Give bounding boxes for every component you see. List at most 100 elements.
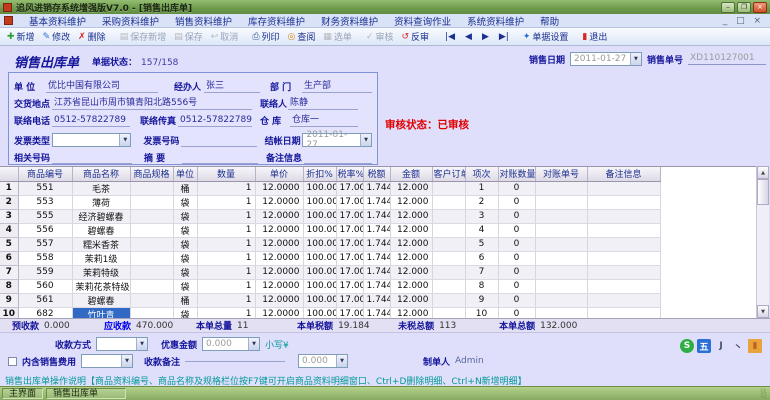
- sale-date-select[interactable]: 2011-01-27 ▼: [569, 52, 642, 66]
- product-code-cell[interactable]: 553: [18, 195, 73, 210]
- customer-order-cell[interactable]: [432, 251, 466, 266]
- line-remark-cell[interactable]: [587, 265, 661, 280]
- tax-cell[interactable]: 1.744: [363, 279, 391, 294]
- tax-cell[interactable]: 1.744: [363, 237, 391, 252]
- product-name-cell[interactable]: 薄荷: [72, 195, 131, 210]
- product-spec-cell[interactable]: [130, 279, 174, 294]
- maximize-button[interactable]: ❐: [737, 1, 751, 13]
- agent-field[interactable]: 张三: [204, 78, 260, 93]
- grid-header-cell[interactable]: 商品规格: [130, 167, 174, 182]
- table-row[interactable]: 3 555 经济碧螺春 袋 1 12.0000 100.00 17.00 1.7…: [0, 209, 661, 224]
- tax-cell[interactable]: 1.744: [363, 181, 391, 196]
- product-spec-cell[interactable]: [130, 209, 174, 224]
- amount-cell[interactable]: 12.000: [390, 279, 433, 294]
- recon-no-cell[interactable]: [535, 251, 588, 266]
- tax-cell[interactable]: 1.744: [363, 223, 391, 238]
- product-code-cell[interactable]: 559: [18, 265, 73, 280]
- amount-cell[interactable]: 12.000: [390, 223, 433, 238]
- recon-no-cell[interactable]: [535, 195, 588, 210]
- grid-header-cell[interactable]: 商品编号: [18, 167, 73, 182]
- toolbar-button[interactable]: ✓ 审核: [362, 28, 398, 45]
- seq-cell[interactable]: 6: [465, 251, 499, 266]
- recon-no-cell[interactable]: [535, 265, 588, 280]
- product-name-cell[interactable]: 经济碧螺春: [72, 209, 131, 224]
- row-number-cell[interactable]: 2: [0, 195, 19, 210]
- product-name-cell[interactable]: 茉莉1级: [72, 251, 131, 266]
- line-remark-cell[interactable]: [587, 237, 661, 252]
- chevron-down-icon[interactable]: ▼: [360, 134, 372, 146]
- qty-cell[interactable]: 1: [197, 279, 256, 294]
- unit-cell[interactable]: 袋: [173, 223, 198, 238]
- toolbar-button[interactable]: ↺ 反审: [398, 28, 434, 45]
- tax-rate-cell[interactable]: 17.00: [336, 195, 364, 210]
- seq-cell[interactable]: 10: [465, 307, 499, 318]
- toolbar-button[interactable]: ✚ 新增: [3, 28, 39, 45]
- tax-rate-cell[interactable]: 17.00: [336, 223, 364, 238]
- fax-field[interactable]: 0512-57822789: [178, 115, 252, 127]
- table-row[interactable]: 1 551 毛茶 桶 1 12.0000 100.00 17.00 1.744 …: [0, 181, 661, 196]
- toolbar-button[interactable]: ◀: [459, 30, 476, 44]
- seq-cell[interactable]: 3: [465, 209, 499, 224]
- row-number-cell[interactable]: 7: [0, 265, 19, 280]
- recon-qty-cell[interactable]: 0: [498, 307, 536, 318]
- discount-cell[interactable]: 100.00: [303, 251, 337, 266]
- scrollbar-thumb[interactable]: [757, 179, 769, 205]
- discount-cell[interactable]: 100.00: [303, 307, 337, 318]
- price-cell[interactable]: 12.0000: [255, 279, 304, 294]
- amount-cell[interactable]: 12.000: [390, 181, 433, 196]
- product-name-cell[interactable]: 碧螺春: [72, 293, 131, 308]
- recon-qty-cell[interactable]: 0: [498, 279, 536, 294]
- unit-cell[interactable]: 袋: [173, 307, 198, 318]
- grid-header-cell[interactable]: 折扣%: [303, 167, 337, 182]
- grid-header-cell[interactable]: 金额: [390, 167, 433, 182]
- recon-qty-cell[interactable]: 0: [498, 209, 536, 224]
- table-row[interactable]: 7 559 茉莉特级 袋 1 12.0000 100.00 17.00 1.74…: [0, 265, 661, 280]
- invoice-type-select[interactable]: ▼: [51, 133, 132, 147]
- price-cell[interactable]: 12.0000: [255, 265, 304, 280]
- seq-cell[interactable]: 8: [465, 279, 499, 294]
- grid-header-cell[interactable]: 单位: [173, 167, 198, 182]
- price-cell[interactable]: 12.0000: [255, 237, 304, 252]
- menu-item[interactable]: 采购资料维护: [94, 14, 167, 28]
- discount-cell[interactable]: 100.00: [303, 181, 337, 196]
- toolbar-button[interactable]: ✗ 删除: [74, 28, 110, 45]
- product-name-cell[interactable]: 竹叶青: [72, 307, 131, 318]
- seq-cell[interactable]: 1: [465, 181, 499, 196]
- unit-cell[interactable]: 袋: [173, 265, 198, 280]
- product-name-cell[interactable]: 毛茶: [72, 181, 131, 196]
- qty-cell[interactable]: 1: [197, 265, 256, 280]
- grid-header-cell[interactable]: 对账单号: [535, 167, 588, 182]
- grid-header-cell[interactable]: 备注信息: [587, 167, 661, 182]
- unit-cell[interactable]: 袋: [173, 237, 198, 252]
- toolbar-button[interactable]: ✎ 修改: [39, 28, 75, 45]
- seq-cell[interactable]: 9: [465, 293, 499, 308]
- toolbar-button[interactable]: ▶: [476, 30, 493, 44]
- dept-field[interactable]: 生产部: [302, 78, 372, 93]
- grid-header-cell[interactable]: 单价: [255, 167, 304, 182]
- product-spec-cell[interactable]: [130, 307, 174, 318]
- tax-rate-cell[interactable]: 17.00: [336, 265, 364, 280]
- discount-cell[interactable]: 100.00: [303, 223, 337, 238]
- toolbar-button[interactable]: ▤ 保存: [170, 28, 207, 45]
- customer-order-cell[interactable]: [432, 279, 466, 294]
- recon-no-cell[interactable]: [535, 209, 588, 224]
- unit-cell[interactable]: 袋: [173, 209, 198, 224]
- product-code-cell[interactable]: 556: [18, 223, 73, 238]
- tax-rate-cell[interactable]: 17.00: [336, 209, 364, 224]
- recon-no-cell[interactable]: [535, 279, 588, 294]
- menu-item[interactable]: 销售资料维护: [167, 14, 240, 28]
- qty-cell[interactable]: 1: [197, 307, 256, 318]
- discount-cell[interactable]: 100.00: [303, 237, 337, 252]
- chevron-down-icon[interactable]: ▼: [121, 355, 133, 367]
- recon-qty-cell[interactable]: 0: [498, 223, 536, 238]
- receipt-note-field[interactable]: [185, 360, 286, 362]
- qty-cell[interactable]: 1: [197, 251, 256, 266]
- remark-field[interactable]: [304, 162, 372, 164]
- tax-rate-cell[interactable]: 17.00: [336, 279, 364, 294]
- chevron-down-icon[interactable]: ▼: [119, 134, 131, 146]
- tax-rate-cell[interactable]: 17.00: [336, 237, 364, 252]
- scroll-up-icon[interactable]: ▲: [757, 166, 769, 179]
- recon-no-cell[interactable]: [535, 307, 588, 318]
- customer-order-cell[interactable]: [432, 223, 466, 238]
- recon-qty-cell[interactable]: 0: [498, 237, 536, 252]
